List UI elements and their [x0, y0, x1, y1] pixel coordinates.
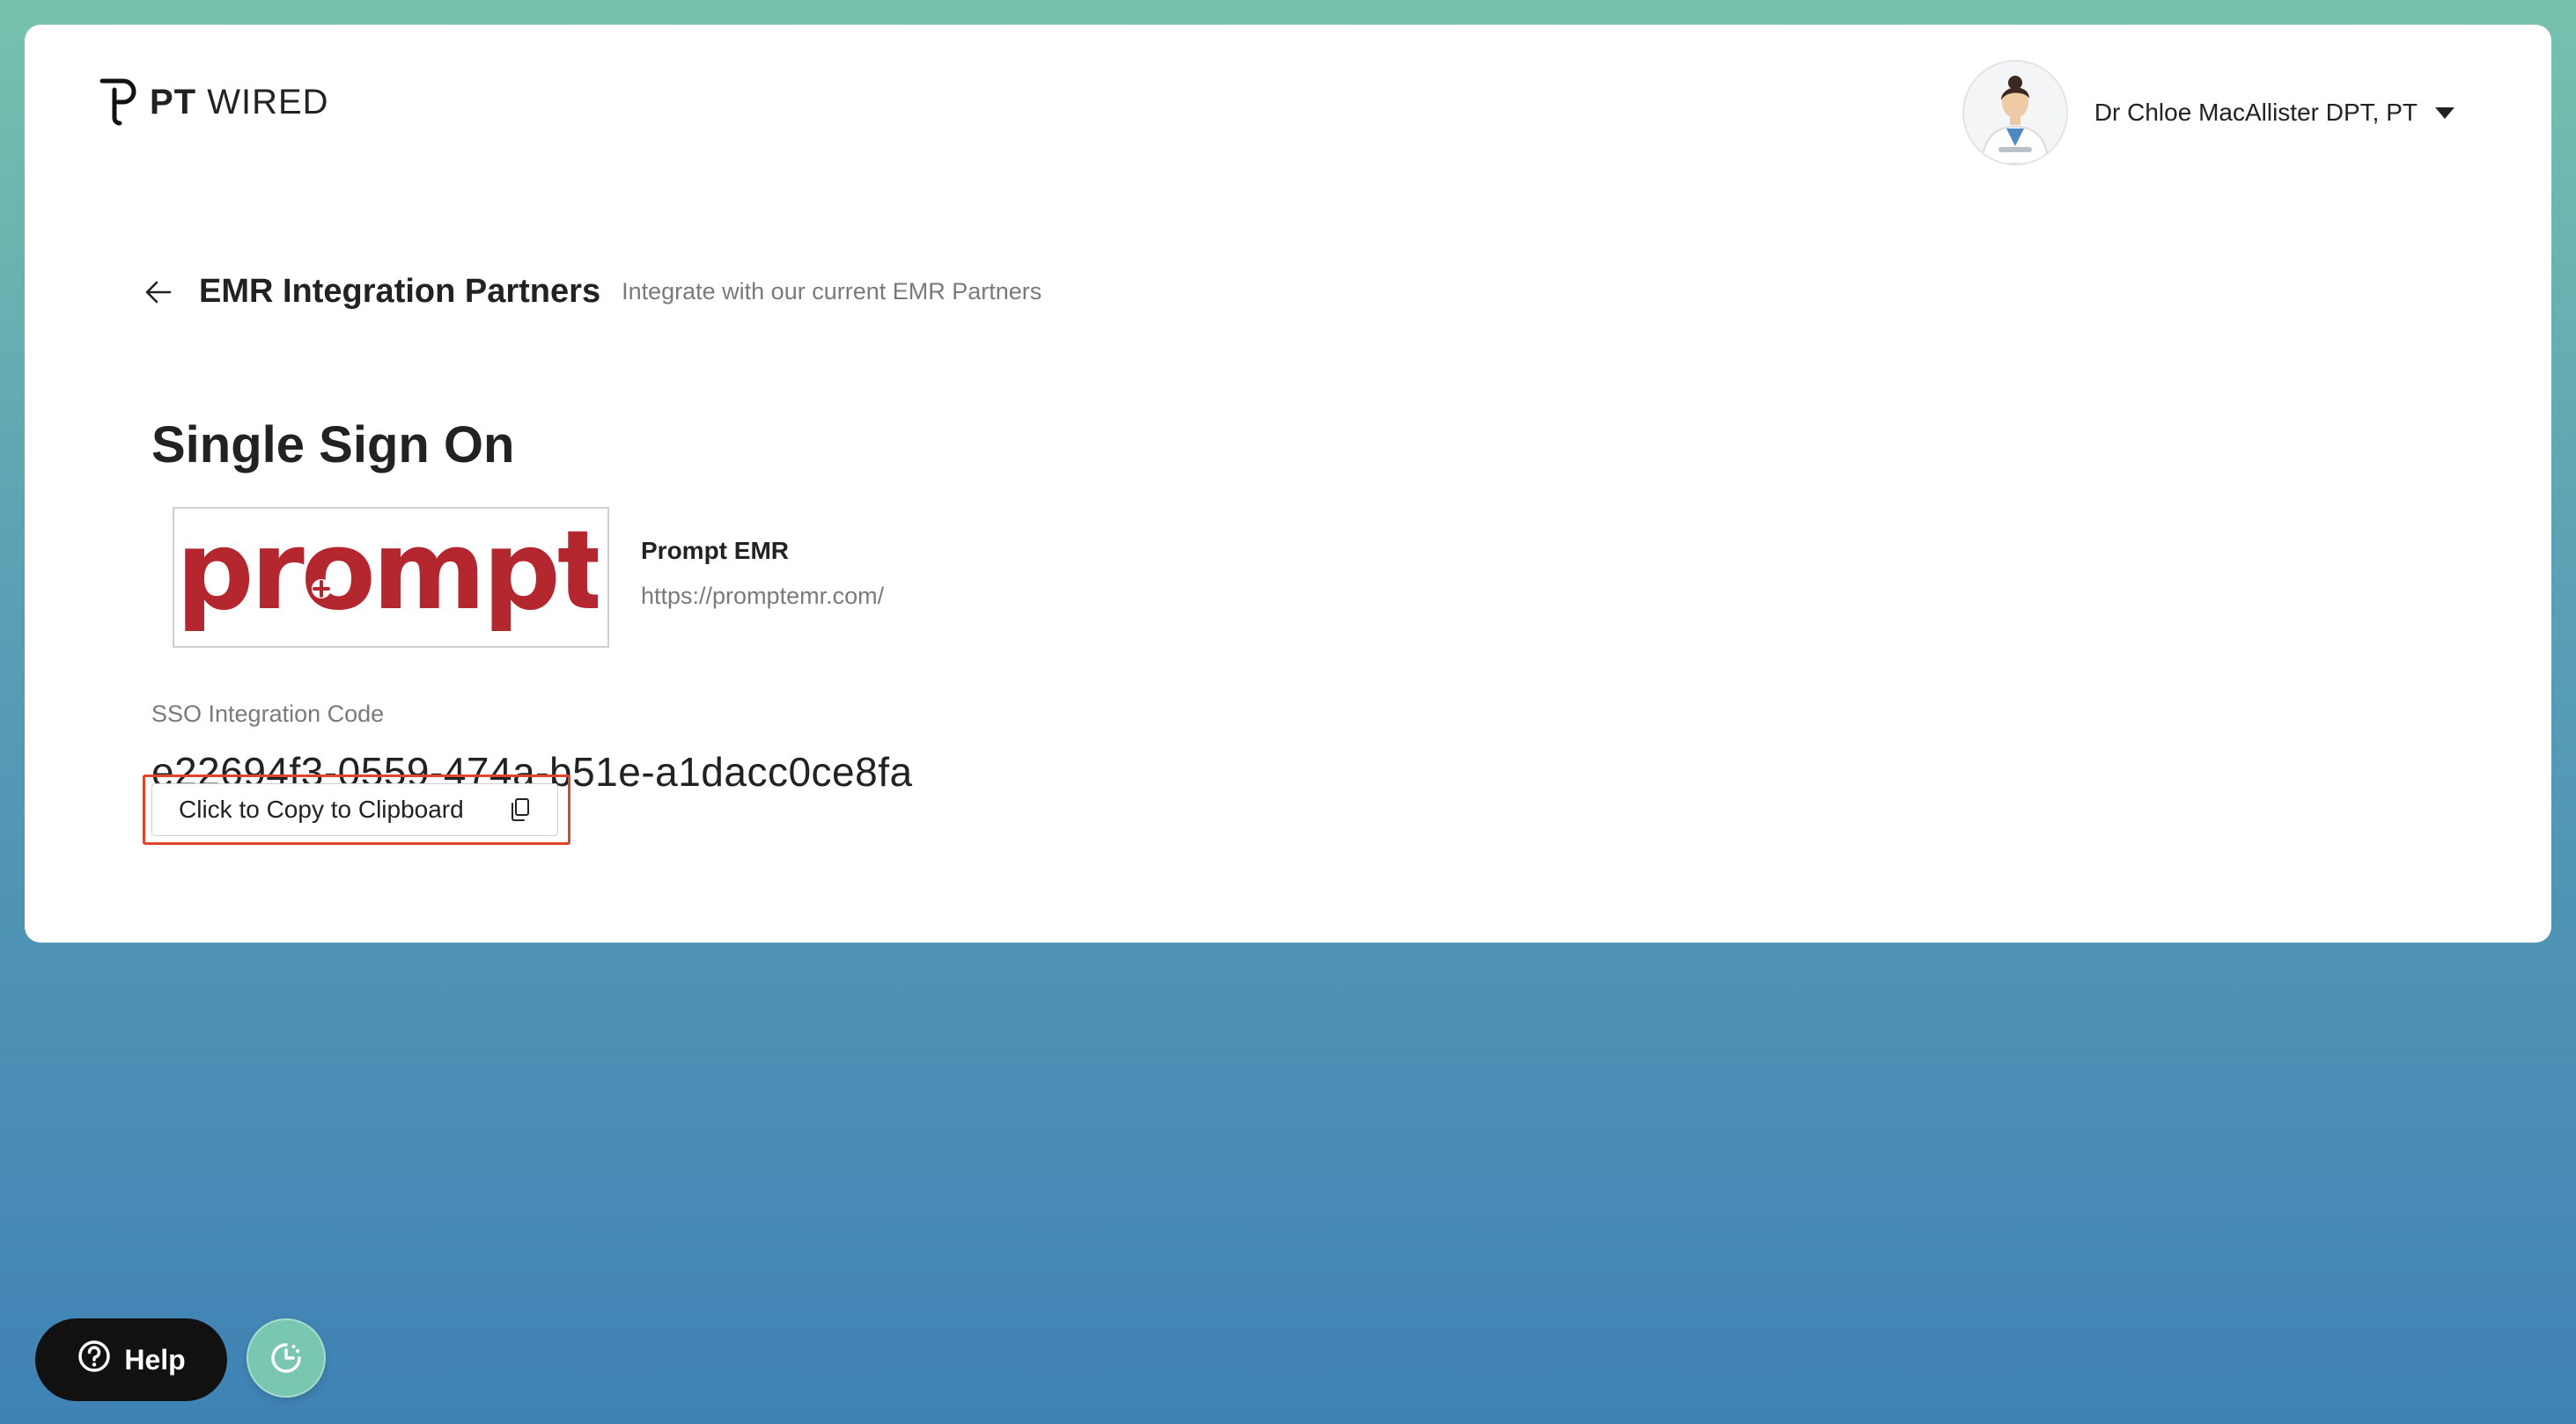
pt-wired-logo[interactable]: PT WIRED — [99, 77, 329, 127]
sso-code-label: SSO Integration Code — [151, 701, 385, 727]
help-button[interactable]: Help — [35, 1318, 227, 1401]
partner-url-link[interactable]: https://promptemr.com/ — [641, 583, 884, 610]
page-title: EMR Integration Partners — [199, 273, 601, 310]
back-button[interactable] — [141, 275, 176, 310]
clock-icon — [271, 1343, 301, 1373]
doctor-avatar[interactable] — [1961, 60, 2068, 165]
arrow-left-icon — [145, 281, 172, 303]
prompt-logo-text: prompt — [184, 520, 598, 635]
breadcrumb: EMR Integration Partners Integrate with … — [141, 273, 1041, 311]
logo-wordmark: PT WIRED — [150, 83, 329, 122]
page-subtitle: Integrate with our current EMR Partners — [622, 278, 1042, 305]
clipboard-icon — [510, 797, 531, 822]
copy-to-clipboard-button[interactable]: Click to Copy to Clipboard — [151, 783, 558, 836]
question-circle-icon — [77, 1339, 112, 1381]
prompt-emr-logo: prompt — [173, 507, 609, 648]
main-card: PT WIRED Dr Chloe MacAllister DPT, PT EM… — [25, 25, 2551, 943]
logo-light-text: WIRED — [207, 82, 329, 121]
doctor-avatar-icon — [1963, 62, 2066, 164]
caret-down-icon[interactable] — [2435, 106, 2455, 119]
section-title: Single Sign On — [151, 416, 515, 473]
pt-logo-icon — [99, 78, 136, 126]
user-menu[interactable]: Dr Chloe MacAllister DPT, PT — [1961, 60, 2455, 165]
prompt-logo-image: prompt — [184, 520, 598, 635]
help-label: Help — [124, 1343, 186, 1376]
partner-name: Prompt EMR — [641, 537, 789, 564]
user-name[interactable]: Dr Chloe MacAllister DPT, PT — [2094, 99, 2418, 127]
copy-button-label: Click to Copy to Clipboard — [179, 796, 464, 823]
timer-button[interactable] — [247, 1318, 326, 1398]
logo-bold-text: PT — [150, 82, 197, 121]
